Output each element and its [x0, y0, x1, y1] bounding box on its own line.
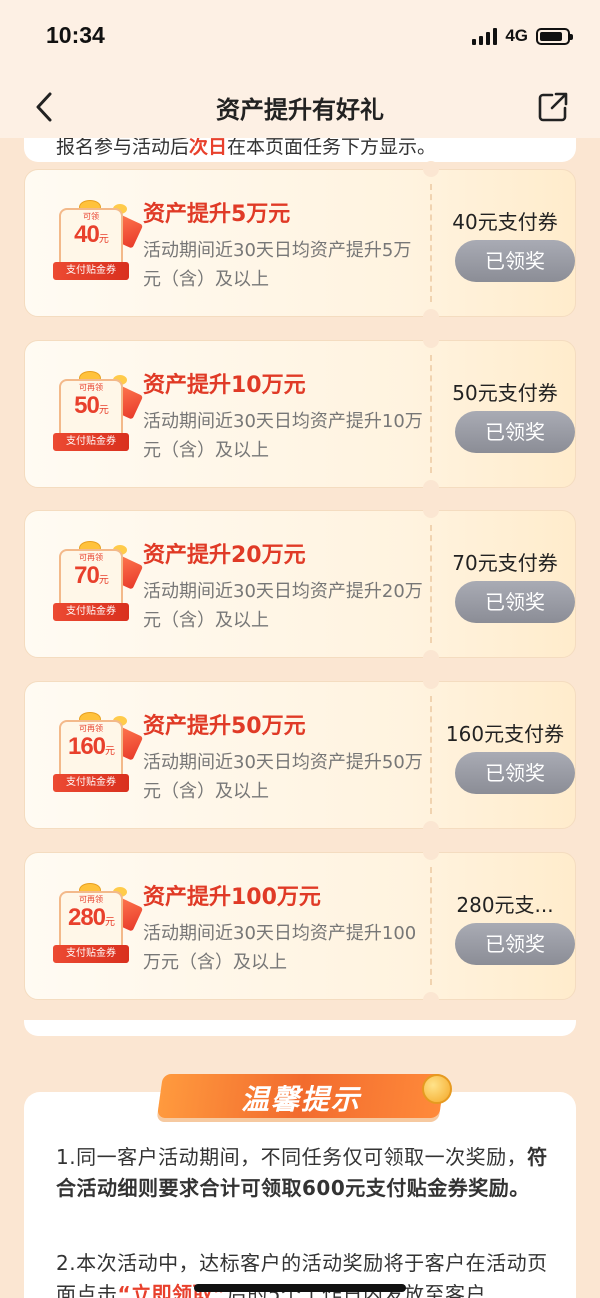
- reward-name: 160元支付券: [445, 722, 565, 746]
- signup-note-card: 报名参与活动后次日在本页面任务下方显示。: [24, 138, 576, 162]
- share-button[interactable]: [536, 90, 570, 124]
- task-title: 资产提升20万元: [143, 543, 306, 568]
- reward-name: 40元支付券: [452, 210, 558, 234]
- coupon-icon: 可再领 50元 支付贴金券: [51, 371, 144, 457]
- network-type: 4G: [505, 26, 528, 45]
- coupon-icon: 可再领 70元 支付贴金券: [51, 541, 144, 627]
- task-description: 活动期间近30天日均资产提升100万元（含）及以上: [143, 923, 417, 973]
- tips-title: 温馨提示: [240, 1083, 361, 1116]
- tips-banner: 温馨提示: [152, 1074, 452, 1122]
- task-description: 活动期间近30天日均资产提升10万元（含）及以上: [143, 411, 423, 461]
- task-title: 资产提升100万元: [143, 885, 321, 910]
- card-bottom-edge: [24, 1020, 576, 1036]
- coupon-icon: 可领 40元 支付贴金券: [51, 200, 144, 286]
- task-description: 活动期间近30天日均资产提升20万元（含）及以上: [143, 581, 423, 631]
- task-card: 可再领 160元 支付贴金券 资产提升50万元 活动期间近30天日均资产提升50…: [24, 673, 576, 837]
- coupon-icon: 可再领 280元 支付贴金券: [51, 883, 144, 969]
- task-title: 资产提升50万元: [143, 714, 306, 739]
- coupon-icon: 可再领 160元 支付贴金券: [51, 712, 144, 798]
- task-card: 可领 40元 支付贴金券 资产提升5万元 活动期间近30天日均资产提升5万元（含…: [24, 161, 576, 325]
- claimed-button[interactable]: 已领奖: [455, 923, 575, 965]
- task-card: 可再领 70元 支付贴金券 资产提升20万元 活动期间近30天日均资产提升20万…: [24, 502, 576, 666]
- share-external-icon: [538, 92, 568, 122]
- status-bar: 10:34 4G: [0, 0, 600, 76]
- reward-name: 280元支...: [456, 893, 554, 917]
- home-indicator[interactable]: [194, 1284, 406, 1292]
- claimed-button[interactable]: 已领奖: [455, 581, 575, 623]
- battery-icon: [536, 27, 573, 45]
- task-title: 资产提升10万元: [143, 373, 306, 398]
- reward-name: 70元支付券: [452, 551, 558, 575]
- task-description: 活动期间近30天日均资产提升5万元（含）及以上: [143, 240, 412, 290]
- signal-icon: [472, 27, 498, 45]
- status-indicators: 4G: [472, 26, 573, 46]
- status-time: 10:34: [46, 22, 105, 48]
- claimed-button[interactable]: 已领奖: [455, 411, 575, 453]
- task-card: 可再领 50元 支付贴金券 资产提升10万元 活动期间近30天日均资产提升10万…: [24, 332, 576, 496]
- reward-name: 50元支付券: [452, 381, 558, 405]
- tip-paragraph-1: 1.同一客户活动期间，不同任务仅可领取一次奖励，符合活动细则要求合计可领取600…: [56, 1145, 548, 1200]
- nav-bar: 资产提升有好礼: [0, 76, 600, 138]
- task-description: 活动期间近30天日均资产提升50万元（含）及以上: [143, 752, 423, 802]
- claimed-button[interactable]: 已领奖: [455, 752, 575, 794]
- claimed-button[interactable]: 已领奖: [455, 240, 575, 282]
- task-title: 资产提升5万元: [143, 202, 291, 227]
- task-card: 可再领 280元 支付贴金券 资产提升100万元 活动期间近30天日均资产提升1…: [24, 844, 576, 1008]
- signup-note: 报名参与活动后次日在本页面任务下方显示。: [56, 138, 437, 158]
- page-title: 资产提升有好礼: [216, 96, 384, 124]
